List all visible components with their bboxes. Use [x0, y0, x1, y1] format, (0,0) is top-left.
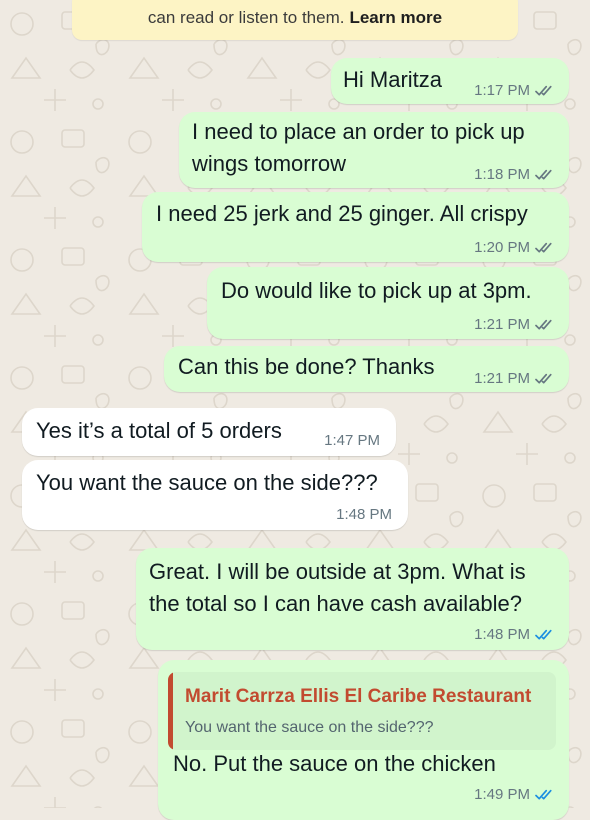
message-time: 1:48 PM [336, 506, 392, 523]
message-text: Do would like to pick up at 3pm. [221, 278, 532, 303]
quoted-message[interactable]: Marit Carrza Ellis El Caribe Restaurant … [168, 672, 556, 750]
message-bubble[interactable]: Yes it’s a total of 5 orders 1:47 PM [22, 408, 396, 456]
learn-more-link[interactable]: Learn more [349, 8, 442, 28]
double-check-icon [535, 789, 552, 800]
message-time: 1:17 PM [474, 82, 530, 99]
message-meta: 1:17 PM [474, 82, 555, 99]
message-text: Can this be done? Thanks [178, 354, 435, 379]
message-line: the total so I can have cash available? [149, 591, 523, 616]
message-time: 1:21 PM [474, 316, 530, 333]
message-meta: 1:48 PM [336, 506, 392, 523]
message-text: You want the sauce on the side??? [36, 470, 378, 495]
message-bubble[interactable]: Great. I will be outside at 3pm. What is… [136, 548, 569, 650]
message-bubble[interactable]: Do would like to pick up at 3pm. 1:21 PM [207, 267, 569, 339]
encryption-notice-text: can read or listen to them. [147, 8, 345, 27]
message-bubble[interactable]: You want the sauce on the side??? 1:48 P… [22, 460, 408, 530]
message-text: No. Put the sauce on the chicken [173, 751, 496, 776]
message-text: Hi Maritza [343, 67, 443, 92]
quote-text: You want the sauce on the side??? [185, 719, 434, 736]
message-line: Great. I will be outside at 3pm. What is [149, 559, 526, 584]
double-check-icon [535, 242, 552, 253]
double-check-icon [535, 85, 552, 96]
message-bubble[interactable]: Can this be done? Thanks 1:21 PM [164, 346, 569, 392]
double-check-icon [535, 373, 552, 384]
message-time: 1:21 PM [474, 370, 530, 387]
quote-author: Marit Carrza Ellis El Caribe Restaurant [185, 686, 532, 707]
message-time: 1:48 PM [474, 626, 530, 643]
encryption-notice: can read or listen to them. Learn more [72, 0, 518, 40]
message-meta: 1:20 PM [474, 239, 555, 256]
message-text: I need 25 jerk and 25 ginger. All crispy [156, 201, 528, 226]
double-check-icon [535, 319, 552, 330]
message-meta: 1:49 PM [474, 786, 555, 803]
message-time: 1:49 PM [474, 786, 530, 803]
message-meta: 1:47 PM [324, 432, 380, 449]
message-text: Yes it’s a total of 5 orders [36, 418, 282, 443]
message-line: I need to place an order to pick up [192, 119, 525, 144]
message-bubble[interactable]: I need to place an order to pick up wing… [179, 112, 569, 188]
message-bubble[interactable]: Marit Carrza Ellis El Caribe Restaurant … [158, 660, 569, 820]
message-meta: 1:21 PM [474, 370, 555, 387]
double-check-icon [535, 169, 552, 180]
message-bubble[interactable]: Hi Maritza 1:17 PM [331, 58, 569, 104]
message-meta: 1:21 PM [474, 316, 555, 333]
message-meta: 1:18 PM [474, 166, 555, 183]
message-time: 1:18 PM [474, 166, 530, 183]
double-check-icon [535, 629, 552, 640]
quote-bar [168, 672, 173, 750]
message-text: Great. I will be outside at 3pm. What is… [149, 556, 526, 620]
message-time: 1:47 PM [324, 432, 380, 449]
message-bubble[interactable]: I need 25 jerk and 25 ginger. All crispy… [142, 192, 569, 262]
message-meta: 1:48 PM [474, 626, 555, 643]
message-time: 1:20 PM [474, 239, 530, 256]
